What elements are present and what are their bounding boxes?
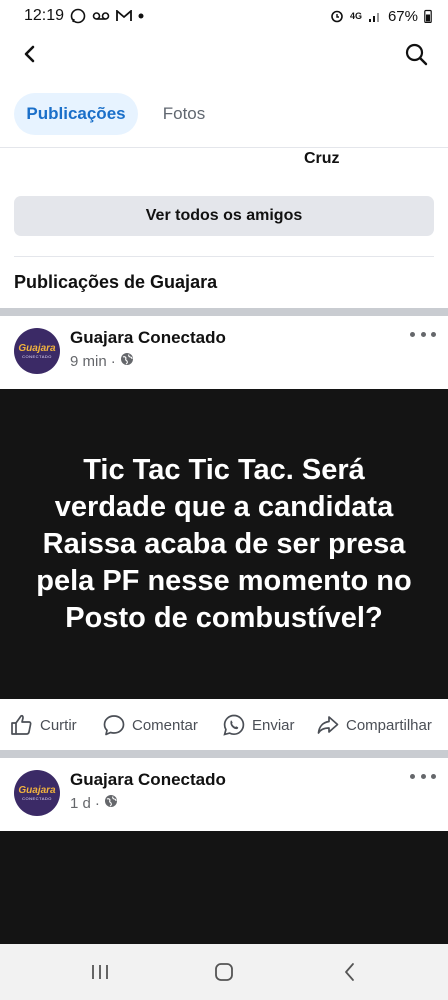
share-button[interactable]: Compartilhar [316,704,432,746]
post-meta: 9 min · [70,352,134,370]
post-author[interactable]: Guajara Conectado [70,328,226,348]
tab-publicacoes[interactable]: Publicações [14,93,138,135]
send-label: Enviar [252,716,295,734]
friend-name-fragment[interactable]: Cruz [304,150,340,168]
post-header: Guajara CONECTADO Guajara Conectado 1 d … [0,762,448,832]
whatsapp-icon [223,714,245,736]
avatar[interactable]: Guajara CONECTADO [14,770,60,816]
post-meta: 1 d · [70,794,118,812]
home-button[interactable] [208,956,240,988]
battery-icon [424,9,432,23]
app-bar [0,32,448,76]
post-image[interactable] [0,831,448,944]
section-title: Publicações de Guajara [14,272,218,292]
post-image-text: Tic Tac Tic Tac. Será verdade que a cand… [36,453,412,634]
alarm-icon [330,9,344,23]
search-button[interactable] [400,38,432,70]
back-arrow-icon [24,45,35,63]
post-image[interactable]: Tic Tac Tic Tac. Será verdade que a cand… [0,389,448,699]
home-icon [215,963,233,981]
recent-apps-button[interactable] [84,956,116,988]
post-actions: Curtir Comentar Enviar Compartilhar [0,704,448,746]
like-button[interactable]: Curtir [10,704,77,746]
more-dot [410,331,415,337]
meta-separator: · [110,352,116,370]
post-divider [0,750,448,758]
system-navigation-bar [0,944,448,1000]
globe-icon [120,352,134,370]
status-time: 12:19 [24,7,65,24]
meta-separator: · [94,794,100,812]
system-back-button[interactable] [334,956,366,988]
network-type-label: 4G [349,10,362,21]
send-whatsapp-button[interactable]: Enviar [222,704,295,746]
more-dot [410,773,415,779]
chevron-left-icon [345,963,354,981]
comment-label: Comentar [132,716,198,734]
more-dot [420,773,426,779]
tab-fotos[interactable]: Fotos [146,93,222,135]
gmail-icon [116,10,132,22]
more-options-button[interactable] [410,766,436,786]
facebook-profile-screen: 12:19 4G 67% Publicações Fotos Cruz Ver … [0,0,448,1000]
notification-dot-icon [138,13,144,19]
avatar-logo-subtext: CONECTADO [22,353,52,359]
voicemail-icon [92,10,110,22]
more-dot [420,331,426,337]
avatar-logo-subtext: CONECTADO [22,795,52,801]
share-arrow-icon [317,716,339,734]
see-all-friends-button[interactable]: Ver todos os amigos [14,196,434,236]
recent-apps-icon [92,965,108,979]
comment-bubble-icon [103,715,125,736]
avatar-logo-text: Guajara [18,784,56,796]
avatar-logo-text: Guajara [18,342,56,354]
profile-tabs: Publicações Fotos [0,88,448,148]
like-label: Curtir [40,716,77,734]
battery-percent: 67% [387,7,418,25]
status-bar: 12:19 4G 67% [0,0,448,32]
post-time[interactable]: 1 d [70,795,91,812]
post-author[interactable]: Guajara Conectado [70,770,226,790]
comment-button[interactable]: Comentar [102,704,198,746]
signal-icon [368,10,382,22]
share-label: Compartilhar [346,716,432,734]
globe-icon [104,794,118,812]
search-icon [405,43,428,66]
back-button[interactable] [14,38,46,70]
more-dot [431,773,436,779]
divider [14,256,434,257]
avatar[interactable]: Guajara CONECTADO [14,328,60,374]
post-header: Guajara CONECTADO Guajara Conectado 9 mi… [0,320,448,390]
post-time[interactable]: 9 min [70,353,107,370]
whatsapp-icon [70,8,86,24]
thumbs-up-icon [11,714,32,735]
more-dot [431,331,436,337]
section-divider [0,308,448,316]
more-options-button[interactable] [410,324,436,344]
